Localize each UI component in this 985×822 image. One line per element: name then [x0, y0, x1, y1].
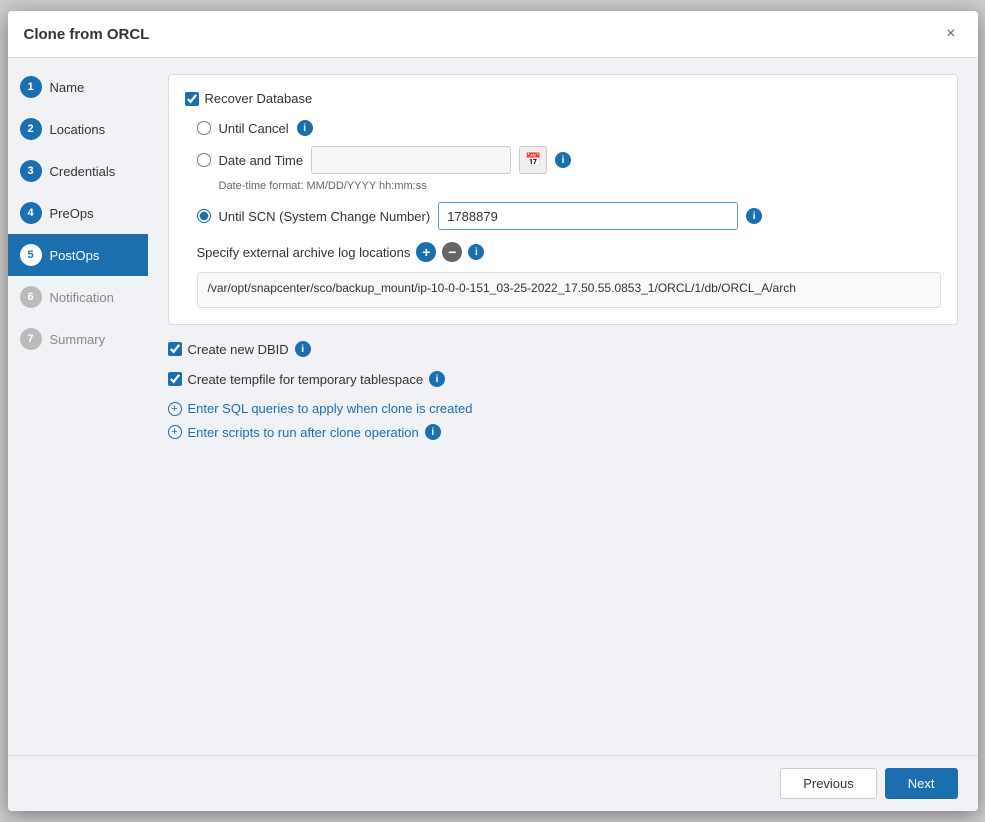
sql-queries-row: + Enter SQL queries to apply when clone …: [168, 401, 958, 416]
date-time-input[interactable]: [311, 146, 511, 174]
archive-info-icon[interactable]: i: [468, 244, 484, 260]
recover-db-section: Recover Database Until Cancel i Date an: [168, 74, 958, 325]
scripts-row: + Enter scripts to run after clone opera…: [168, 424, 958, 440]
sidebar-item-notification[interactable]: 6 Notification: [8, 276, 148, 318]
sql-expand-icon: +: [168, 402, 182, 416]
sidebar-label-name: Name: [50, 80, 85, 95]
step-num-3: 3: [20, 160, 42, 182]
sidebar-item-locations[interactable]: 2 Locations: [8, 108, 148, 150]
main-content: Recover Database Until Cancel i Date an: [148, 58, 978, 755]
create-dbid-checkbox[interactable]: [168, 342, 182, 356]
archive-path-display: /var/opt/snapcenter/sco/backup_mount/ip-…: [197, 272, 941, 308]
create-dbid-row: Create new DBID i: [168, 341, 958, 357]
sidebar-label-summary: Summary: [50, 332, 106, 347]
step-num-6: 6: [20, 286, 42, 308]
create-tempfile-label: Create tempfile for temporary tablespace: [188, 372, 424, 387]
modal-body: 1 Name 2 Locations 3 Credentials 4 PreOp…: [8, 58, 978, 755]
scripts-info-icon[interactable]: i: [425, 424, 441, 440]
sidebar-label-postops: PostOps: [50, 248, 100, 263]
below-section: Create new DBID i Create tempfile for te…: [168, 341, 958, 440]
sidebar: 1 Name 2 Locations 3 Credentials 4 PreOp…: [8, 58, 148, 755]
create-tempfile-checkbox[interactable]: [168, 372, 182, 386]
sidebar-item-preops[interactable]: 4 PreOps: [8, 192, 148, 234]
create-tempfile-row: Create tempfile for temporary tablespace…: [168, 371, 958, 387]
sidebar-item-postops[interactable]: 5 PostOps: [8, 234, 148, 276]
scn-info-icon[interactable]: i: [746, 208, 762, 224]
step-num-5: 5: [20, 244, 42, 266]
scn-label: Until SCN (System Change Number): [219, 209, 431, 224]
step-num-4: 4: [20, 202, 42, 224]
sidebar-item-name[interactable]: 1 Name: [8, 66, 148, 108]
sidebar-label-locations: Locations: [50, 122, 106, 137]
sidebar-item-credentials[interactable]: 3 Credentials: [8, 150, 148, 192]
scn-row: Until SCN (System Change Number) i: [197, 202, 941, 230]
date-format-hint: Date-time format: MM/DD/YYYY hh:mm:ss: [219, 180, 941, 192]
until-cancel-row: Until Cancel i: [197, 120, 941, 136]
modal-footer: Previous Next: [8, 755, 978, 811]
close-button[interactable]: ×: [940, 23, 961, 45]
sidebar-label-notification: Notification: [50, 290, 114, 305]
sidebar-label-preops: PreOps: [50, 206, 94, 221]
create-dbid-info-icon[interactable]: i: [295, 341, 311, 357]
archive-remove-button[interactable]: −: [442, 242, 462, 262]
clone-modal: Clone from ORCL × 1 Name 2 Locations 3 C…: [8, 11, 978, 811]
recover-db-label: Recover Database: [205, 91, 313, 106]
create-dbid-label: Create new DBID: [188, 342, 289, 357]
archive-row: Specify external archive log locations +…: [197, 242, 941, 262]
until-cancel-info-icon[interactable]: i: [297, 120, 313, 136]
until-cancel-radio[interactable]: [197, 121, 211, 135]
scn-radio[interactable]: [197, 209, 211, 223]
archive-add-button[interactable]: +: [416, 242, 436, 262]
step-num-1: 1: [20, 76, 42, 98]
scripts-expand-icon: +: [168, 425, 182, 439]
next-button[interactable]: Next: [885, 768, 958, 799]
sql-queries-link[interactable]: Enter SQL queries to apply when clone is…: [188, 401, 473, 416]
date-time-row: Date and Time 📅 i: [197, 146, 941, 174]
previous-button[interactable]: Previous: [780, 768, 877, 799]
archive-label: Specify external archive log locations: [197, 245, 411, 260]
date-time-label: Date and Time: [219, 153, 304, 168]
until-cancel-label: Until Cancel: [219, 121, 289, 136]
radio-section: Until Cancel i Date and Time 📅 i Date-ti…: [185, 120, 941, 308]
scripts-link[interactable]: Enter scripts to run after clone operati…: [188, 425, 419, 440]
sidebar-item-summary[interactable]: 7 Summary: [8, 318, 148, 360]
date-time-info-icon[interactable]: i: [555, 152, 571, 168]
create-tempfile-info-icon[interactable]: i: [429, 371, 445, 387]
recover-db-checkbox[interactable]: [185, 92, 199, 106]
step-num-2: 2: [20, 118, 42, 140]
scn-input[interactable]: [438, 202, 738, 230]
recover-db-row: Recover Database: [185, 91, 941, 106]
modal-header: Clone from ORCL ×: [8, 11, 978, 58]
calendar-button[interactable]: 📅: [519, 146, 547, 174]
step-num-7: 7: [20, 328, 42, 350]
sidebar-label-credentials: Credentials: [50, 164, 116, 179]
date-time-radio[interactable]: [197, 153, 211, 167]
modal-title: Clone from ORCL: [24, 26, 150, 43]
